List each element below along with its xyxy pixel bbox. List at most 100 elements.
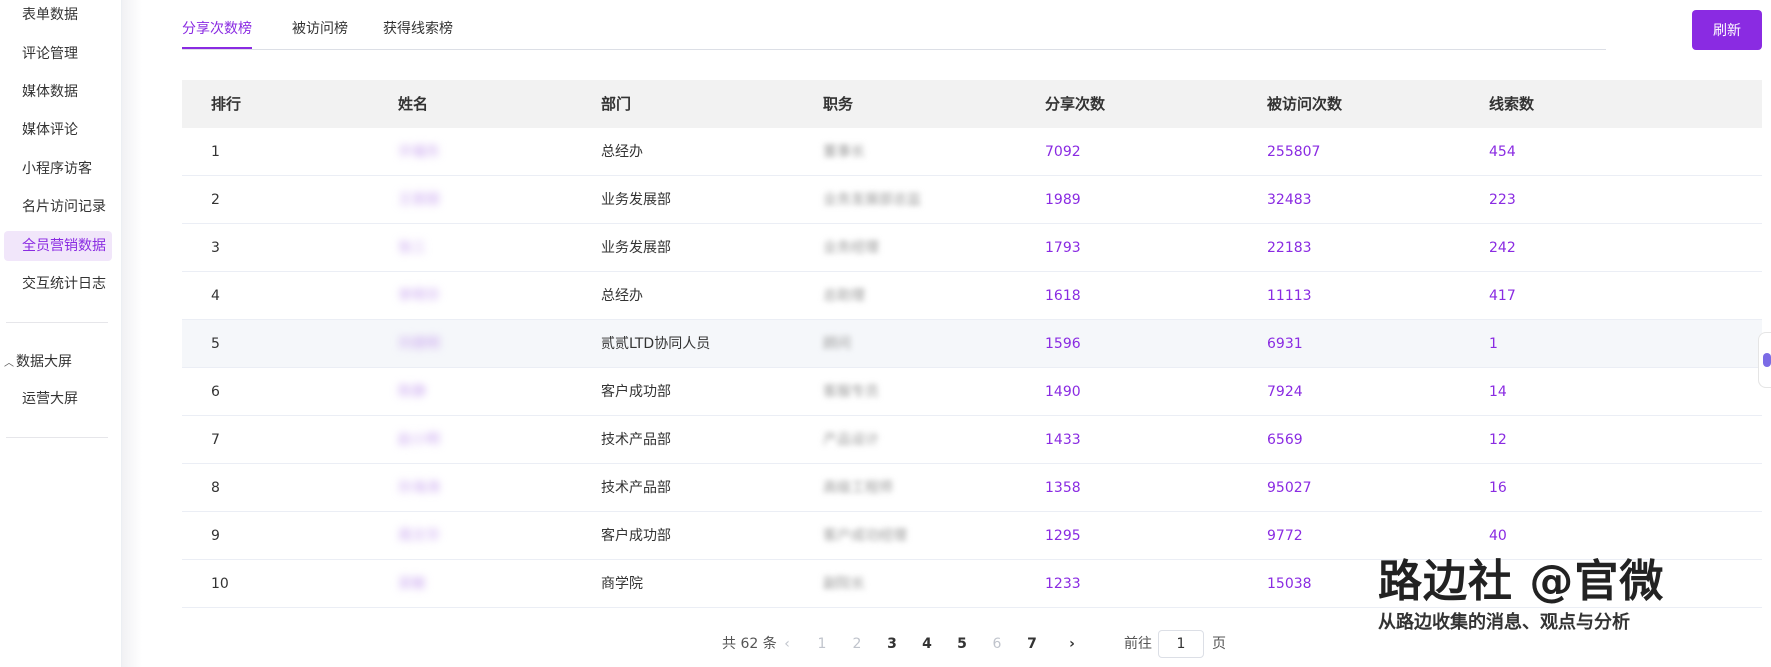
tab-active-indicator	[182, 47, 252, 49]
cell-department: 总经办	[601, 288, 643, 304]
cell-lead-count: 223	[1489, 192, 1516, 208]
sidebar-item-card-visit-records[interactable]: 名片访问记录	[4, 192, 112, 222]
floating-widget-tab[interactable]	[1758, 332, 1771, 388]
pagination-next-button[interactable]: ›	[1058, 630, 1086, 658]
sidebar-item-media-data[interactable]: 媒体数据	[4, 77, 112, 107]
cell-name: 张三	[398, 240, 426, 256]
cell-department: 贰贰LTD协同人员	[601, 336, 711, 352]
cell-department: 业务发展部	[601, 240, 671, 256]
sidebar-item-miniprogram-visitors[interactable]: 小程序访客	[4, 154, 112, 184]
column-header-department: 部门	[601, 95, 632, 113]
cell-lead-count: 454	[1489, 144, 1516, 160]
cell-visit-count: 7924	[1267, 384, 1303, 400]
cell-share-count: 1618	[1045, 288, 1081, 304]
pagination-page-3[interactable]: 3	[878, 630, 906, 658]
watermark-subtitle: 从路边收集的消息、观点与分析	[1378, 612, 1630, 633]
cell-visit-count: 95027	[1267, 480, 1312, 496]
sidebar-shadow	[122, 0, 142, 667]
cell-position: 客户成功经理	[823, 528, 907, 544]
cell-rank: 3	[211, 240, 220, 256]
cell-lead-count: 12	[1489, 432, 1507, 448]
cell-position: 顾问	[823, 336, 851, 352]
pagination-goto-input[interactable]	[1158, 630, 1204, 658]
table-row[interactable]: 3 张三 业务发展部 业务经理 1793 22183 242	[182, 224, 1762, 272]
cell-position: 业务发展部总监	[823, 192, 921, 208]
cell-lead-count: 242	[1489, 240, 1516, 256]
cell-name: 李明华	[398, 288, 440, 304]
pagination-page-2[interactable]: 2	[843, 630, 871, 658]
cell-lead-count: 417	[1489, 288, 1516, 304]
column-header-position: 职务	[823, 95, 854, 113]
table-row[interactable]: 7 赵小明 技术产品部 产品设计 1433 6569 12	[182, 416, 1762, 464]
cell-name: 刘德明	[398, 336, 440, 352]
pagination-page-6[interactable]: 6	[983, 630, 1011, 658]
cell-position: 总助理	[823, 288, 865, 304]
sidebar-item-all-staff-marketing[interactable]: 全员营销数据	[4, 231, 112, 261]
sidebar-group-label: 数据大屏	[16, 354, 72, 370]
cell-rank: 4	[211, 288, 220, 304]
cell-rank: 9	[211, 528, 220, 544]
cell-visit-count: 22183	[1267, 240, 1312, 256]
watermark-title: 路边社 @官微	[1378, 556, 1665, 607]
cell-visit-count: 6931	[1267, 336, 1303, 352]
sidebar-item-comment-management[interactable]: 评论管理	[4, 39, 112, 69]
cell-visit-count: 11113	[1267, 288, 1312, 304]
cell-rank: 8	[211, 480, 220, 496]
pagination-total: 共 62 条	[722, 636, 777, 652]
column-header-visit-count: 被访问次数	[1267, 95, 1343, 113]
chevron-up-icon: ︿	[4, 358, 14, 369]
widget-icon	[1763, 353, 1771, 367]
cell-share-count: 1433	[1045, 432, 1081, 448]
pagination-goto-unit: 页	[1212, 636, 1226, 652]
sidebar-item-form-data[interactable]: 表单数据	[4, 0, 112, 30]
pagination-page-4[interactable]: 4	[913, 630, 941, 658]
refresh-button[interactable]: 刷新	[1692, 10, 1762, 50]
sidebar-item-media-comments[interactable]: 媒体评论	[4, 115, 112, 145]
tab-share-ranking[interactable]: 分享次数榜	[182, 18, 252, 38]
column-header-lead-count: 线索数	[1489, 95, 1535, 113]
column-header-rank: 排行	[211, 95, 242, 113]
sidebar-group-data-screen[interactable]: ︿ 数据大屏	[4, 347, 72, 377]
table-row[interactable]: 2 王丽丽 业务发展部 业务发展部总监 1989 32483 223	[182, 176, 1762, 224]
cell-department: 业务发展部	[601, 192, 671, 208]
pagination-page-5[interactable]: 5	[948, 630, 976, 658]
cell-visit-count: 32483	[1267, 192, 1312, 208]
cell-name: 赵小明	[398, 432, 440, 448]
cell-share-count: 1490	[1045, 384, 1081, 400]
cell-share-count: 1793	[1045, 240, 1081, 256]
column-header-name: 姓名	[398, 95, 429, 113]
cell-department: 商学院	[601, 576, 643, 592]
table-row[interactable]: 5 刘德明 贰贰LTD协同人员 顾问 1596 6931 1	[182, 320, 1762, 368]
tab-visited-ranking[interactable]: 被访问榜	[292, 18, 348, 38]
cell-share-count: 7092	[1045, 144, 1081, 160]
cell-department: 技术产品部	[601, 432, 671, 448]
tab-leads-ranking[interactable]: 获得线索榜	[383, 18, 453, 38]
table-row[interactable]: 6 陈静 客户成功部 客服专员 1490 7924 14	[182, 368, 1762, 416]
pagination: 共 62 条 ‹ 1 2 3 4 5 6 7 › 前往 页	[142, 630, 1771, 658]
cell-position: 客服专员	[823, 384, 879, 400]
cell-rank: 10	[211, 576, 229, 592]
cell-share-count: 1295	[1045, 528, 1081, 544]
cell-name: 王丽丽	[398, 192, 440, 208]
cell-rank: 6	[211, 384, 220, 400]
table-row[interactable]: 1 许福东 总经办 董事长 7092 255807 454	[182, 128, 1762, 176]
cell-visit-count: 15038	[1267, 576, 1312, 592]
pagination-prev-button[interactable]: ‹	[773, 630, 801, 658]
cell-rank: 1	[211, 144, 220, 160]
table-row[interactable]: 4 李明华 总经办 总助理 1618 11113 417	[182, 272, 1762, 320]
pagination-page-1[interactable]: 1	[808, 630, 836, 658]
sidebar-item-operations-screen[interactable]: 运营大屏	[4, 384, 112, 414]
cell-visit-count: 255807	[1267, 144, 1321, 160]
cell-department: 客户成功部	[601, 384, 671, 400]
pagination-goto-label: 前往	[1124, 636, 1152, 652]
pagination-page-7[interactable]: 7	[1018, 630, 1046, 658]
cell-name: 孙海涛	[398, 480, 440, 496]
cell-position: 副院长	[823, 576, 865, 592]
sidebar-item-interaction-log[interactable]: 交互统计日志	[4, 269, 112, 299]
cell-position: 产品设计	[823, 432, 879, 448]
cell-name: 周文华	[398, 528, 440, 544]
cell-position: 业务经理	[823, 240, 879, 256]
cell-position: 董事长	[823, 144, 865, 160]
cell-visit-count: 6569	[1267, 432, 1303, 448]
table-row[interactable]: 8 孙海涛 技术产品部 高级工程师 1358 95027 16	[182, 464, 1762, 512]
